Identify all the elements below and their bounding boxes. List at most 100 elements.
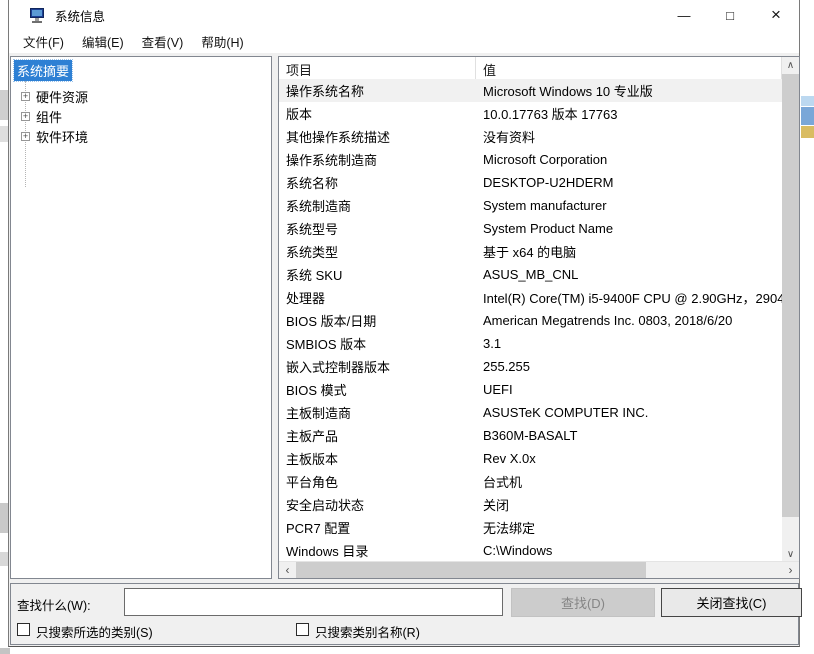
minimize-button[interactable]: — (661, 0, 707, 30)
table-row[interactable]: 系统名称DESKTOP-U2HDERM (279, 171, 782, 194)
tree-item-components[interactable]: + 组件 (11, 106, 62, 126)
value-cell: C:\Windows (476, 543, 782, 558)
table-row[interactable]: 平台角色台式机 (279, 470, 782, 493)
table-row[interactable]: 处理器Intel(R) Core(TM) i5-9400F CPU @ 2.90… (279, 286, 782, 309)
menu-file[interactable]: 文件(F) (14, 29, 73, 54)
title-bar: 系统信息 — □ × (9, 0, 799, 30)
desktop-fragment (0, 552, 8, 566)
close-icon: × (771, 5, 781, 25)
horizontal-scroll-thumb[interactable] (296, 562, 646, 578)
search-selected-category-label: 只搜索所选的类别(S) (36, 622, 153, 641)
table-row[interactable]: Windows 目录C:\Windows (279, 539, 782, 561)
maximize-button[interactable]: □ (707, 0, 753, 30)
tree-item-software-environment[interactable]: + 软件环境 (11, 126, 88, 146)
table-row[interactable]: 系统型号System Product Name (279, 217, 782, 240)
value-cell: 255.255 (476, 359, 782, 374)
table-row[interactable]: 系统类型基于 x64 的电脑 (279, 240, 782, 263)
item-cell: 系统类型 (279, 242, 476, 261)
search-selected-category-checkbox[interactable] (17, 623, 30, 636)
table-row[interactable]: BIOS 版本/日期American Megatrends Inc. 0803,… (279, 309, 782, 332)
value-cell: B360M-BASALT (476, 428, 782, 443)
menu-help[interactable]: 帮助(H) (192, 29, 252, 54)
table-row[interactable]: 嵌入式控制器版本255.255 (279, 355, 782, 378)
value-cell: 10.0.17763 版本 17763 (476, 104, 782, 123)
item-cell: 平台角色 (279, 472, 476, 491)
value-cell: UEFI (476, 382, 782, 397)
table-row[interactable]: SMBIOS 版本3.1 (279, 332, 782, 355)
desktop-fragment (0, 503, 8, 533)
value-cell: 3.1 (476, 336, 782, 351)
item-cell: SMBIOS 版本 (279, 334, 476, 353)
table-row[interactable]: 系统制造商System manufacturer (279, 194, 782, 217)
close-find-button[interactable]: 关闭查找(C) (661, 588, 802, 617)
find-panel: 查找什么(W): 查找(D) 关闭查找(C) 只搜索所选的类别(S) 只搜索类别… (10, 583, 799, 645)
table-row[interactable]: 操作系统名称Microsoft Windows 10 专业版 (279, 79, 782, 102)
table-row[interactable]: 系统 SKUASUS_MB_CNL (279, 263, 782, 286)
expand-plus-icon[interactable]: + (21, 112, 30, 121)
vertical-scrollbar[interactable]: ∧ ∨ (782, 57, 799, 563)
item-cell: 版本 (279, 104, 476, 123)
menu-edit[interactable]: 编辑(E) (73, 29, 133, 54)
value-cell: 关闭 (476, 495, 782, 514)
find-options-row: 只搜索所选的类别(S) 只搜索类别名称(R) (11, 621, 798, 641)
value-cell: System Product Name (476, 221, 782, 236)
table-row[interactable]: 主板版本Rev X.0x (279, 447, 782, 470)
tree-item-system-summary[interactable]: 系统摘要 (14, 60, 72, 81)
value-cell: System manufacturer (476, 198, 782, 213)
table-row[interactable]: 主板制造商ASUSTeK COMPUTER INC. (279, 401, 782, 424)
vertical-scroll-thumb[interactable] (782, 74, 799, 517)
value-cell: 没有资料 (476, 127, 782, 146)
horizontal-scrollbar[interactable]: ‹ › (279, 561, 799, 578)
scroll-right-icon[interactable]: › (782, 562, 799, 578)
system-information-window: 系统信息 — □ × 文件(F) 编辑(E) 查看(V) 帮助(H) 系统摘要 … (8, 0, 800, 647)
item-cell: 系统型号 (279, 219, 476, 238)
item-cell: PCR7 配置 (279, 518, 476, 537)
table-row[interactable]: 操作系统制造商Microsoft Corporation (279, 148, 782, 171)
window-controls: — □ × (661, 0, 799, 30)
item-cell: BIOS 版本/日期 (279, 311, 476, 330)
tree-item-label: 硬件资源 (36, 87, 88, 106)
find-what-label: 查找什么(W): (17, 595, 91, 614)
item-cell: 安全启动状态 (279, 495, 476, 514)
maximize-icon: □ (726, 8, 734, 23)
search-category-names-checkbox[interactable] (296, 623, 309, 636)
details-list: 项目 值 操作系统名称Microsoft Windows 10 专业版版本10.… (279, 57, 782, 561)
desktop-fragment (0, 648, 10, 654)
value-cell: 无法绑定 (476, 518, 782, 537)
column-header-item[interactable]: 项目 (279, 57, 476, 79)
column-header-value[interactable]: 值 (476, 57, 782, 79)
find-input[interactable] (124, 588, 503, 616)
tree-item-hardware-resources[interactable]: + 硬件资源 (11, 86, 88, 106)
close-button[interactable]: × (753, 0, 799, 30)
window-title: 系统信息 (55, 6, 105, 25)
item-cell: 主板产品 (279, 426, 476, 445)
value-cell: ASUS_MB_CNL (476, 267, 782, 282)
value-cell: ASUSTeK COMPUTER INC. (476, 405, 782, 420)
list-header: 项目 值 (279, 57, 782, 79)
expand-plus-icon[interactable]: + (21, 132, 30, 141)
item-cell: 操作系统名称 (279, 81, 476, 100)
details-panel: 项目 值 操作系统名称Microsoft Windows 10 专业版版本10.… (278, 56, 800, 579)
table-row[interactable]: BIOS 模式UEFI (279, 378, 782, 401)
tree-item-label: 软件环境 (36, 127, 88, 146)
find-button[interactable]: 查找(D) (511, 588, 655, 617)
expand-plus-icon[interactable]: + (21, 92, 30, 101)
search-category-names-label: 只搜索类别名称(R) (315, 622, 420, 641)
table-row[interactable]: PCR7 配置无法绑定 (279, 516, 782, 539)
table-row[interactable]: 主板产品B360M-BASALT (279, 424, 782, 447)
item-cell: 嵌入式控制器版本 (279, 357, 476, 376)
value-cell: 台式机 (476, 472, 782, 491)
scroll-up-icon[interactable]: ∧ (782, 57, 799, 74)
menu-bar: 文件(F) 编辑(E) 查看(V) 帮助(H) (9, 30, 799, 53)
table-row[interactable]: 安全启动状态关闭 (279, 493, 782, 516)
table-row[interactable]: 其他操作系统描述没有资料 (279, 125, 782, 148)
tree-item-label: 组件 (36, 107, 62, 126)
scroll-left-icon[interactable]: ‹ (279, 562, 296, 578)
item-cell: 系统 SKU (279, 265, 476, 284)
menu-view[interactable]: 查看(V) (133, 29, 193, 54)
msinfo32-app-icon (30, 7, 46, 23)
minimize-icon: — (678, 8, 691, 23)
table-row[interactable]: 版本10.0.17763 版本 17763 (279, 102, 782, 125)
item-cell: 操作系统制造商 (279, 150, 476, 169)
desktop-fragment (0, 126, 8, 142)
